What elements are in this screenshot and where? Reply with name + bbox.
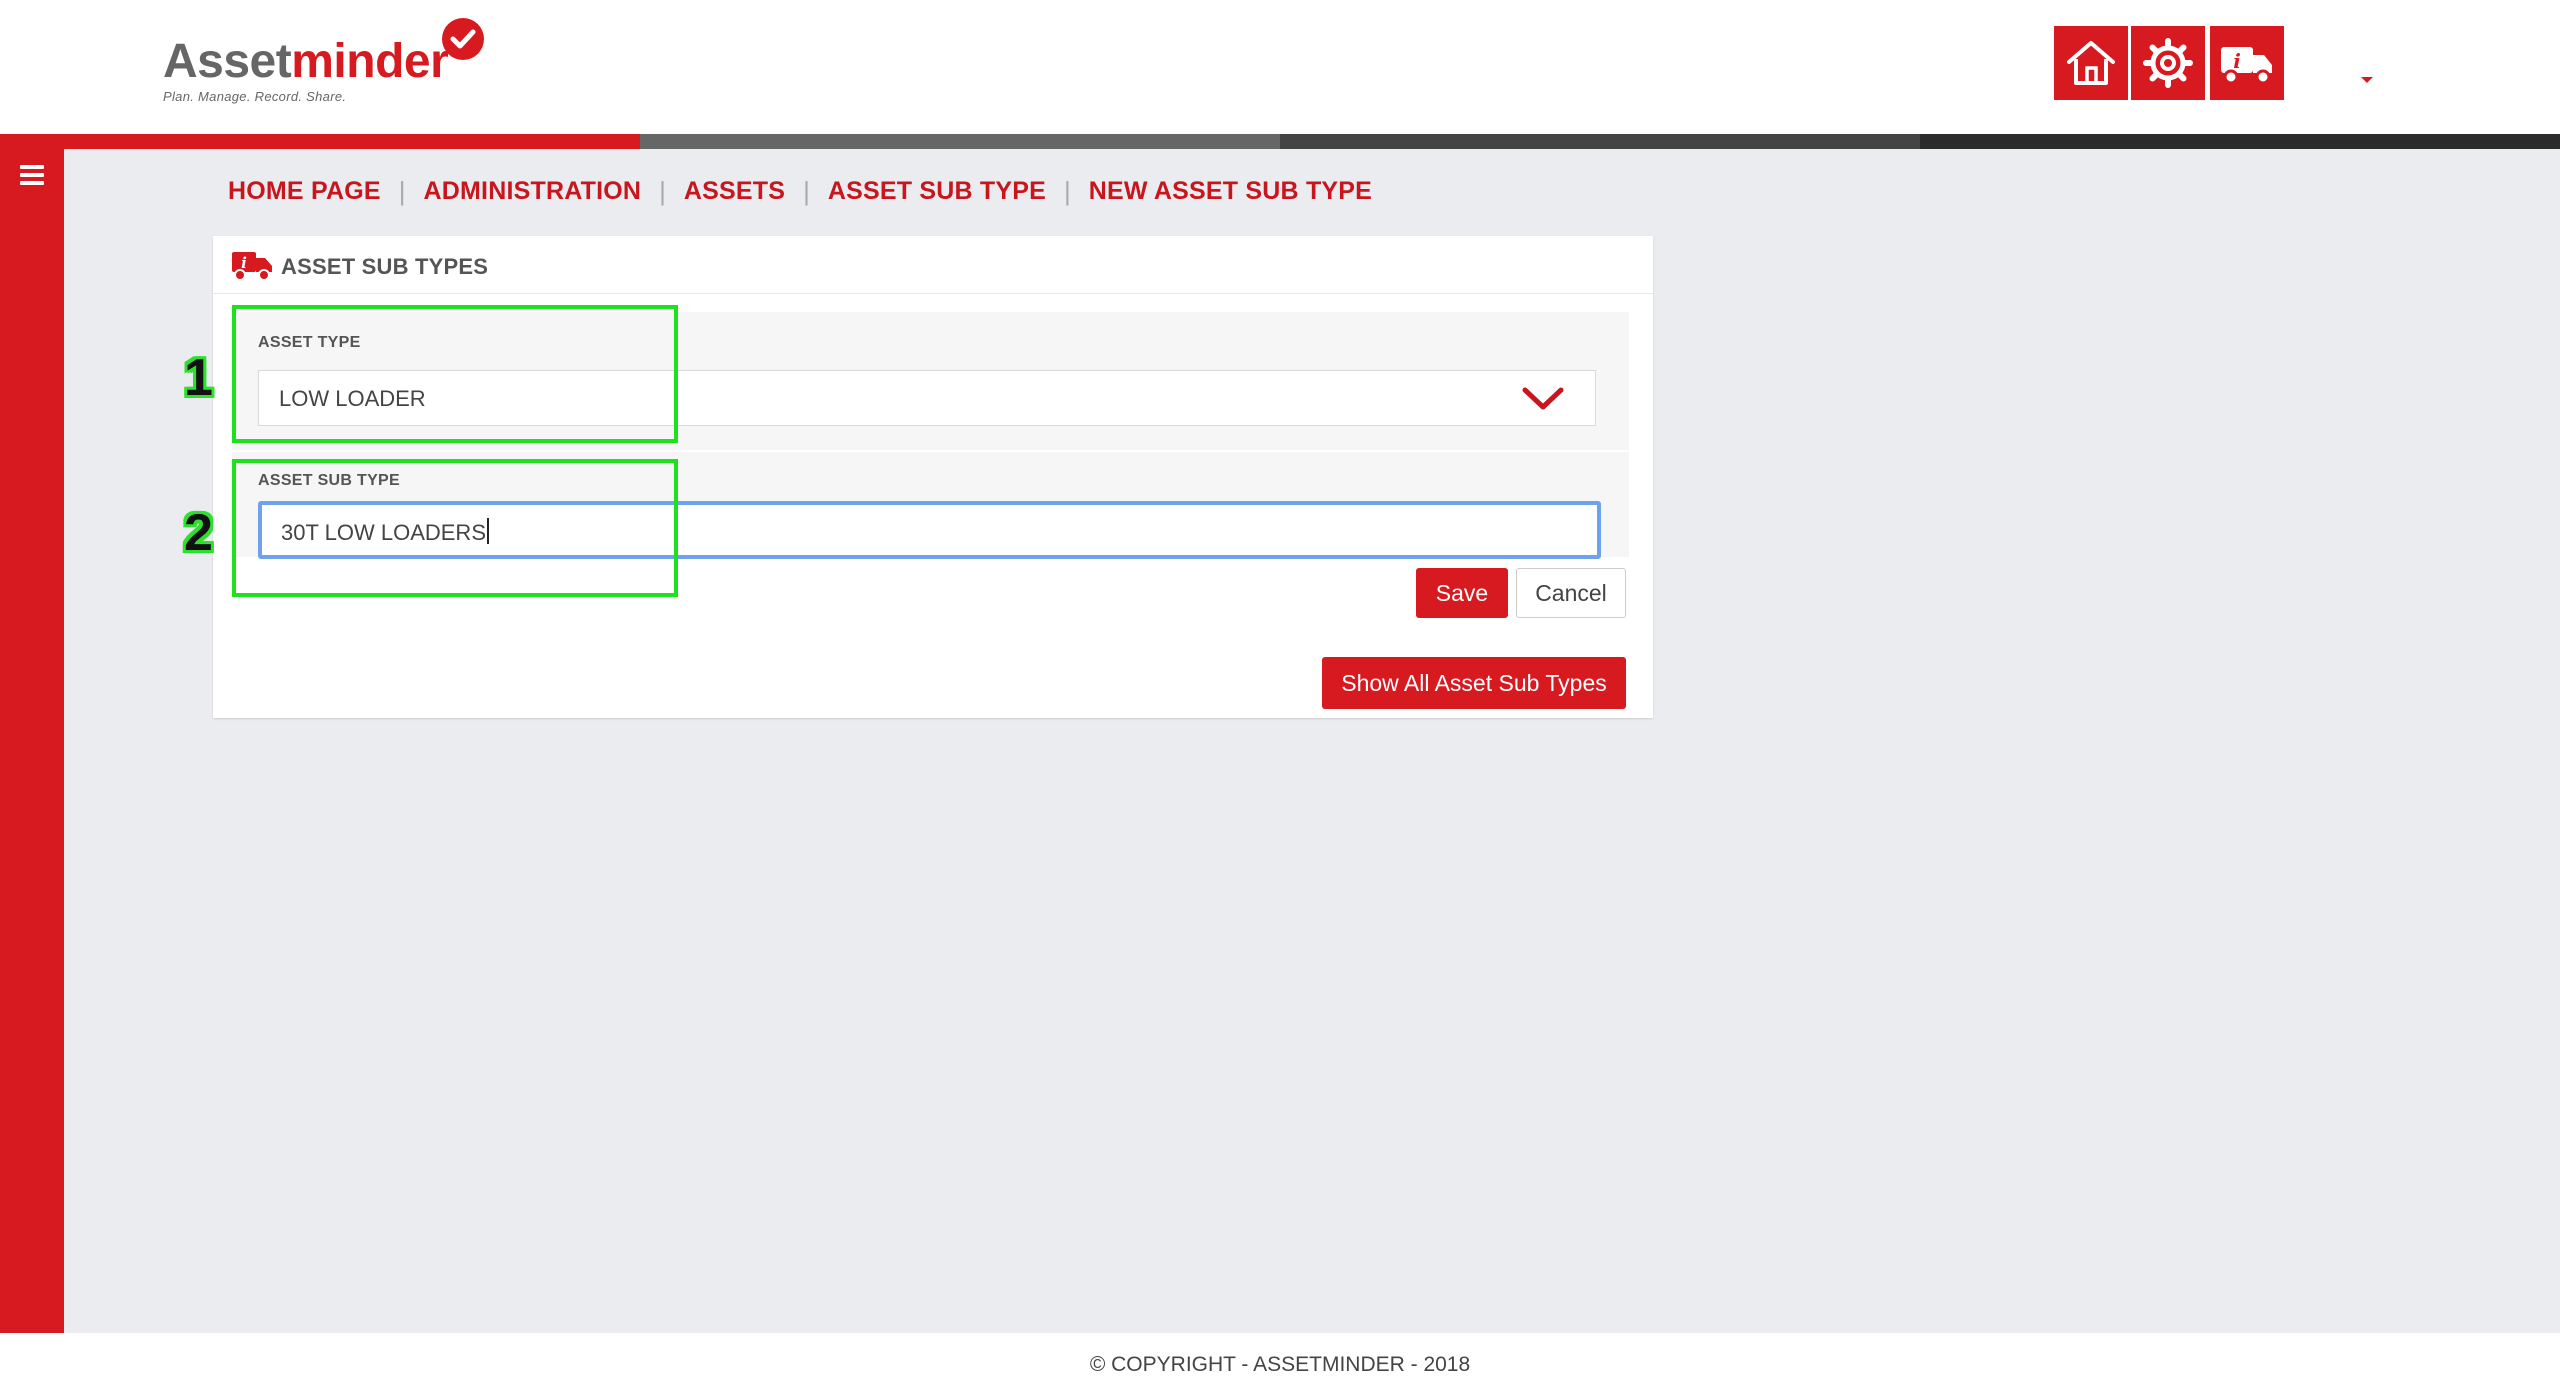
annotation-highlight-1 (232, 305, 678, 443)
header-color-strip (0, 134, 2560, 149)
breadcrumb-administration[interactable]: ADMINISTRATION (424, 177, 642, 206)
chevron-down-icon[interactable] (1521, 385, 1565, 413)
strip-segment-black (1920, 134, 2560, 149)
home-icon (2067, 41, 2115, 85)
annotation-number-2: 2 (184, 504, 213, 562)
settings-cog-icon (2143, 38, 2193, 88)
breadcrumb-separator: | (803, 176, 810, 206)
breadcrumb: HOME PAGE | ADMINISTRATION | ASSETS | AS… (228, 176, 1372, 207)
assets-button[interactable]: i (2210, 26, 2284, 100)
show-all-asset-sub-types-button[interactable]: Show All Asset Sub Types (1322, 657, 1626, 709)
annotation-number-1: 1 (184, 349, 213, 407)
copyright-text: © COPYRIGHT - ASSETMINDER - 2018 (1089, 1352, 1471, 1376)
breadcrumb-home-page[interactable]: HOME PAGE (228, 177, 381, 206)
assetminder-logo[interactable]: Assetminder Plan. Manage. Record. Share. (163, 35, 449, 105)
svg-text:i: i (2233, 49, 2241, 73)
breadcrumb-separator: | (1064, 176, 1071, 206)
panel-header: i ASSET SUB TYPES (213, 236, 1653, 294)
asset-truck-icon: i (232, 252, 272, 281)
logo-text-minder: minder (291, 35, 449, 88)
logo-text-asset: Asset (163, 35, 292, 88)
logo-check-icon (442, 18, 484, 60)
svg-text:i: i (241, 254, 247, 272)
asset-truck-info-icon: i (2221, 47, 2272, 85)
home-button[interactable] (2054, 26, 2128, 100)
cancel-button[interactable]: Cancel (1516, 568, 1626, 618)
breadcrumb-separator: | (659, 176, 666, 206)
breadcrumb-assets[interactable]: ASSETS (684, 177, 785, 206)
footer: © COPYRIGHT - ASSETMINDER - 2018 (0, 1333, 2560, 1396)
strip-segment-red (0, 134, 640, 149)
top-header: Assetminder Plan. Manage. Record. Share. (0, 0, 2560, 134)
settings-button[interactable] (2131, 26, 2205, 100)
breadcrumb-separator: | (398, 176, 406, 206)
hamburger-menu-icon[interactable] (20, 165, 44, 185)
panel-title: ASSET SUB TYPES (281, 254, 489, 279)
strip-segment-gray (640, 134, 1280, 149)
breadcrumb-asset-sub-type[interactable]: ASSET SUB TYPE (828, 177, 1046, 206)
strip-segment-darkgray (1280, 134, 1920, 149)
user-menu-caret-icon[interactable] (2361, 77, 2373, 83)
logo-tagline: Plan. Manage. Record. Share. (163, 89, 347, 104)
annotation-highlight-2 (232, 459, 678, 597)
breadcrumb-new-asset-sub-type[interactable]: NEW ASSET SUB TYPE (1089, 177, 1372, 206)
save-button[interactable]: Save (1416, 568, 1508, 618)
sidebar (0, 149, 64, 1333)
